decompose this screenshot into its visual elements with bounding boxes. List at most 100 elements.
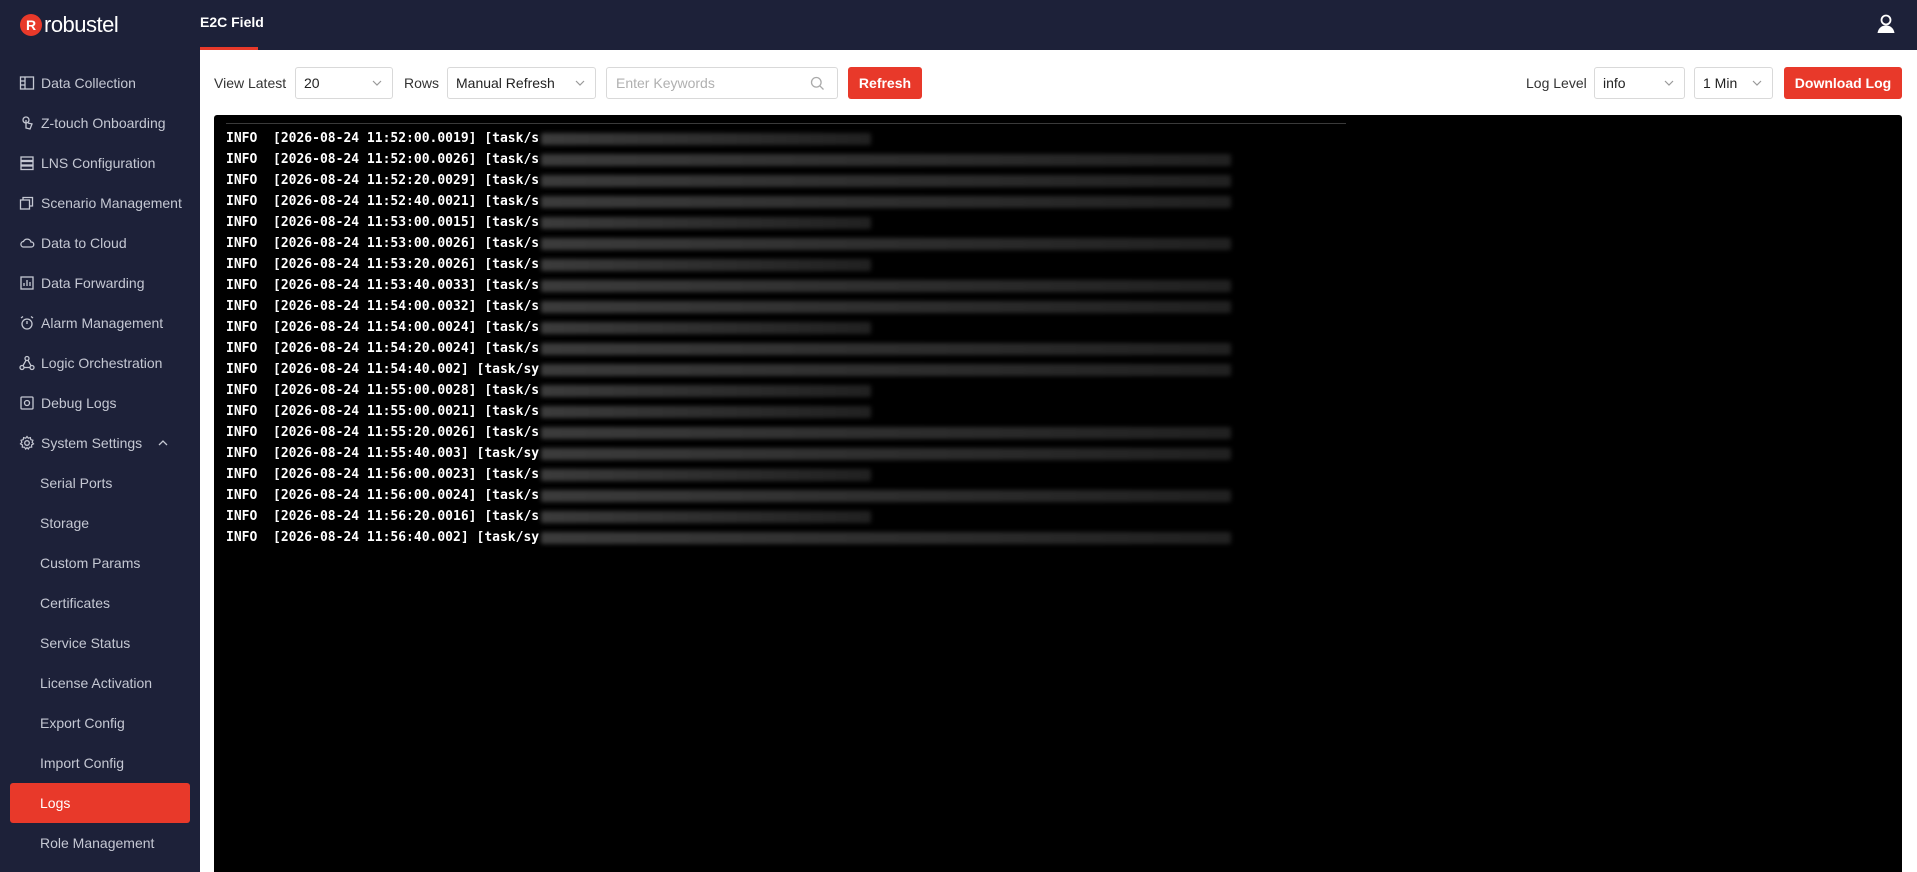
- download-log-button[interactable]: Download Log: [1784, 67, 1902, 99]
- log-level: INFO: [226, 194, 258, 209]
- sidebar-item-alarm-management[interactable]: Alarm Management: [0, 303, 200, 343]
- sidebar: Data Collection Z-touch Onboarding LNS C…: [0, 50, 200, 872]
- log-level: INFO: [226, 320, 258, 335]
- sidebar-item-debug-logs[interactable]: Debug Logs: [0, 383, 200, 423]
- keyword-search[interactable]: [606, 67, 838, 99]
- log-lines: INFO [2026-08-24 11:52:00.0019] [task/s IN…: [226, 128, 1232, 548]
- log-level: INFO: [226, 173, 258, 188]
- user-icon[interactable]: [1875, 13, 1897, 35]
- log-timestamp: [2026-08-24 11:55:00.0021]: [273, 404, 477, 419]
- log-level: INFO: [226, 278, 258, 293]
- sidebar-item-role-management[interactable]: Role Management: [0, 823, 200, 863]
- sidebar-item-label: Data Collection: [41, 75, 136, 91]
- sidebar-item-scenario-management[interactable]: Scenario Management: [0, 183, 200, 223]
- log-console[interactable]: INFO [2026-08-24 11:52:00.0019] [task/s IN…: [214, 115, 1902, 872]
- log-level: INFO: [226, 341, 258, 356]
- sidebar-item-z-touch-onboarding[interactable]: Z-touch Onboarding: [0, 103, 200, 143]
- sidebar-item-label: Data Forwarding: [41, 275, 145, 291]
- sidebar-item-export-config[interactable]: Export Config: [0, 703, 200, 743]
- log-task: [task/sy: [476, 446, 540, 461]
- search-input[interactable]: [616, 68, 806, 98]
- sidebar-item-label: Import Config: [40, 755, 125, 771]
- sidebar-item-serial-ports[interactable]: Serial Ports: [0, 463, 200, 503]
- log-timestamp: [2026-08-24 11:53:20.0026]: [273, 257, 477, 272]
- log-task: [task/s: [484, 467, 540, 482]
- sidebar-item-logic-orchestration[interactable]: Logic Orchestration: [0, 343, 200, 383]
- console-divider: [226, 123, 1346, 124]
- logo[interactable]: R robustel: [20, 10, 119, 40]
- log-line: INFO [2026-08-24 11:53:40.0033] [task/s: [226, 275, 1232, 296]
- chevron-up-icon[interactable]: [157, 437, 169, 449]
- log-timestamp: [2026-08-24 11:54:20.0024]: [273, 341, 477, 356]
- redacted-log-message: [541, 196, 1232, 208]
- sidebar-item-service-status[interactable]: Service Status: [0, 623, 200, 663]
- redacted-log-message: [541, 448, 1232, 460]
- tab-e2c-field[interactable]: E2C Field: [200, 0, 264, 50]
- sidebar-item-label: Serial Ports: [40, 475, 113, 491]
- redacted-log-message: [541, 532, 1232, 544]
- redacted-log-message: [541, 385, 872, 397]
- sidebar-item-data-forwarding[interactable]: Data Forwarding: [0, 263, 200, 303]
- refresh-mode-select[interactable]: Manual Refresh: [447, 67, 596, 99]
- log-timestamp: [2026-08-24 11:52:20.0029]: [273, 173, 477, 188]
- log-task: [task/s: [484, 383, 540, 398]
- log-line: INFO [2026-08-24 11:53:20.0026] [task/s: [226, 254, 1231, 275]
- log-level: INFO: [226, 404, 258, 419]
- log-line: INFO [2026-08-24 11:56:00.0024] [task/s: [226, 485, 1232, 506]
- logo-mark-icon: R: [20, 14, 42, 36]
- rows-select[interactable]: 20: [295, 67, 393, 99]
- sidebar-item-lns-configuration[interactable]: LNS Configuration: [0, 143, 200, 183]
- log-timestamp: [2026-08-24 11:52:00.0019]: [273, 131, 477, 146]
- forward-icon: [20, 276, 34, 290]
- interval-value: 1 Min: [1703, 75, 1738, 91]
- interval-select[interactable]: 1 Min: [1694, 67, 1773, 99]
- sidebar-item-import-config[interactable]: Import Config: [0, 743, 200, 783]
- log-level: INFO: [226, 425, 258, 440]
- log-line: INFO [2026-08-24 11:54:00.0032] [task/s: [226, 296, 1232, 317]
- sidebar-item-custom-params[interactable]: Custom Params: [0, 543, 200, 583]
- sidebar-item-system-settings[interactable]: System Settings: [0, 423, 200, 463]
- log-timestamp: [2026-08-24 11:55:40.003]: [273, 446, 469, 461]
- log-level: INFO: [226, 467, 258, 482]
- log-task: [task/s: [484, 341, 540, 356]
- log-timestamp: [2026-08-24 11:56:20.0016]: [273, 509, 477, 524]
- log-level: INFO: [226, 236, 258, 251]
- sidebar-item-logs[interactable]: Logs: [10, 783, 190, 823]
- sidebar-item-data-to-cloud[interactable]: Data to Cloud: [0, 223, 200, 263]
- redacted-log-message: [541, 217, 872, 229]
- sidebar-item-label: Logs: [40, 795, 71, 811]
- search-icon[interactable]: [810, 76, 825, 91]
- log-timestamp: [2026-08-24 11:53:00.0026]: [273, 236, 477, 251]
- log-task: [task/s: [484, 488, 540, 503]
- log-level: INFO: [226, 446, 258, 461]
- refresh-button[interactable]: Refresh: [848, 67, 922, 99]
- sidebar-item-label: Debug Logs: [41, 395, 117, 411]
- top-bar: R robustel E2C Field: [0, 0, 1917, 50]
- log-task: [task/s: [484, 215, 540, 230]
- log-level: INFO: [226, 215, 258, 230]
- sidebar-item-certificates[interactable]: Certificates: [0, 583, 200, 623]
- log-line: INFO [2026-08-24 11:55:00.0028] [task/s: [226, 380, 1231, 401]
- rows-label: Rows: [404, 75, 440, 91]
- server-icon: [20, 156, 34, 171]
- sidebar-item-data-collection[interactable]: Data Collection: [0, 63, 200, 103]
- logo-text: robustel: [44, 12, 119, 37]
- log-task: [task/sy: [476, 362, 540, 377]
- sidebar-item-label: Custom Params: [40, 555, 141, 571]
- sidebar-item-license-activation[interactable]: License Activation: [0, 663, 200, 703]
- sidebar-item-label: System Settings: [41, 435, 143, 451]
- log-timestamp: [2026-08-24 11:54:40.002]: [273, 362, 469, 377]
- cloud-icon: [20, 238, 35, 248]
- refresh-mode-value: Manual Refresh: [456, 75, 555, 91]
- log-timestamp: [2026-08-24 11:55:20.0026]: [273, 425, 477, 440]
- log-timestamp: [2026-08-24 11:52:40.0021]: [273, 194, 477, 209]
- log-level: INFO: [226, 131, 258, 146]
- sidebar-item-storage[interactable]: Storage: [0, 503, 200, 543]
- log-level-select[interactable]: info: [1594, 67, 1685, 99]
- flow-icon: [19, 355, 35, 371]
- log-level-label: Log Level: [1526, 75, 1587, 91]
- log-level-value: info: [1603, 75, 1626, 91]
- log-level: INFO: [226, 362, 258, 377]
- log-level: INFO: [226, 383, 258, 398]
- log-level: INFO: [226, 257, 258, 272]
